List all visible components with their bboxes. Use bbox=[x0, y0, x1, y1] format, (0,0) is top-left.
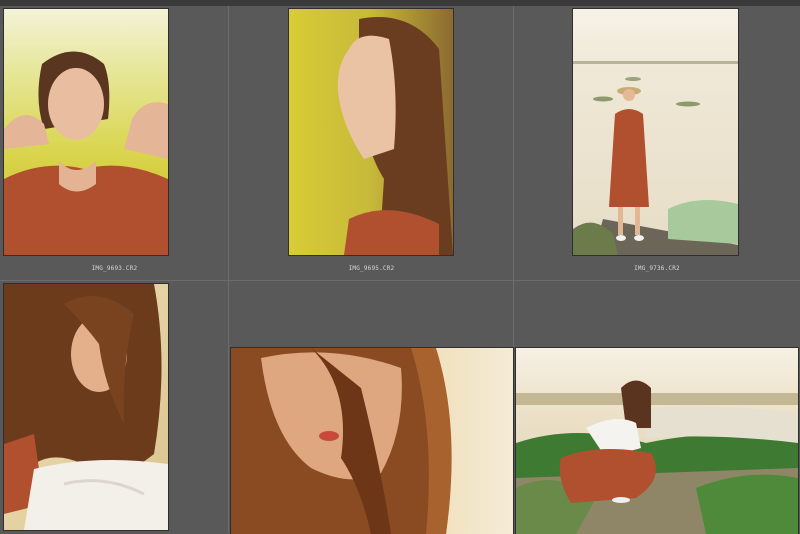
thumbnail-grid: IMG_9693.CR2 IMG_9695.CR2 IMG_9736.CR2 bbox=[0, 6, 800, 534]
thumbnail-filename: IMG_9693.CR2 bbox=[91, 265, 138, 272]
thumbnail-image[interactable] bbox=[516, 348, 798, 534]
grid-cell-4[interactable] bbox=[0, 281, 229, 533]
thumbnail-image[interactable] bbox=[231, 348, 513, 534]
thumbnail-image[interactable] bbox=[4, 284, 168, 530]
thumbnail-image[interactable] bbox=[289, 9, 453, 255]
thumbnail-image[interactable] bbox=[573, 9, 738, 255]
grid-cell-1[interactable]: IMG_9693.CR2 bbox=[0, 6, 229, 281]
grid-cell-6[interactable] bbox=[514, 281, 800, 534]
grid-cell-2[interactable]: IMG_9695.CR2 bbox=[229, 6, 514, 281]
thumbnail-filename: IMG_9736.CR2 bbox=[634, 265, 680, 272]
thumbnail-image[interactable] bbox=[4, 9, 168, 255]
grid-cell-5[interactable] bbox=[229, 281, 514, 534]
grid-cell-3[interactable]: IMG_9736.CR2 bbox=[514, 6, 800, 281]
thumbnail-filename: IMG_9695.CR2 bbox=[348, 265, 395, 272]
